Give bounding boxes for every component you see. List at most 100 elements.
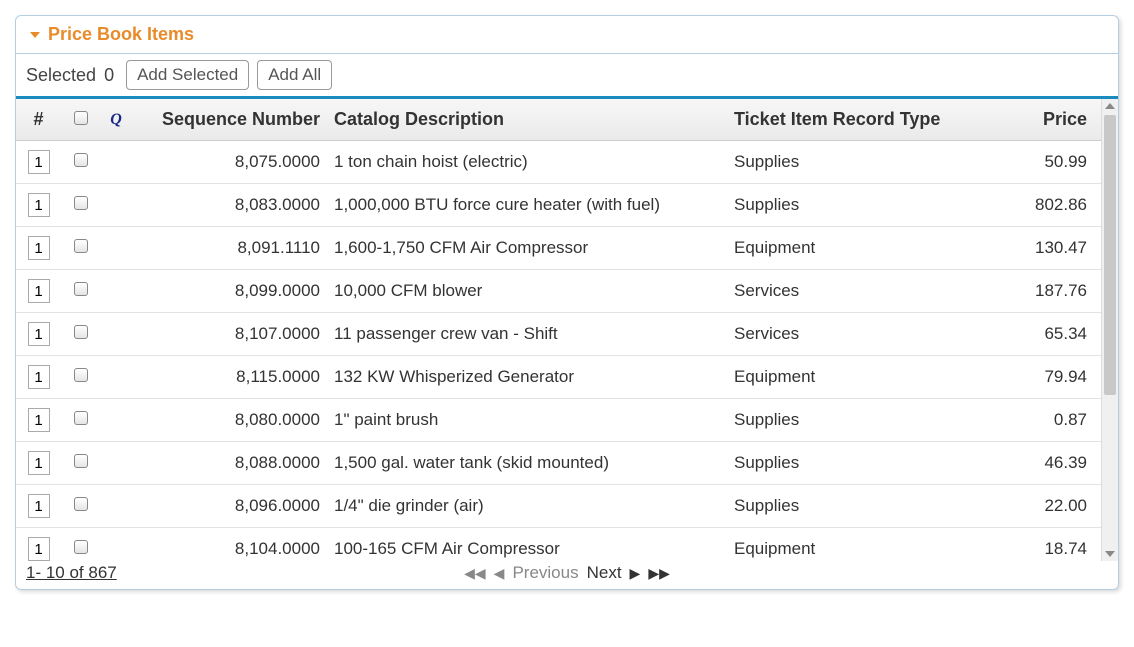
row-checkbox[interactable] (74, 540, 88, 554)
table-row[interactable]: 8,088.00001,500 gal. water tank (skid mo… (16, 442, 1101, 485)
col-header-description[interactable]: Catalog Description (326, 99, 726, 141)
sequence-cell: 8,091.1110 (131, 227, 326, 270)
first-page-icon[interactable]: ◀◀ (464, 565, 486, 582)
table-row[interactable]: 8,115.0000132 KW Whisperized GeneratorEq… (16, 356, 1101, 399)
sequence-cell: 8,107.0000 (131, 313, 326, 356)
row-checkbox[interactable] (74, 411, 88, 425)
record-type-cell: Supplies (726, 485, 976, 528)
description-cell: 100-165 CFM Air Compressor (326, 528, 726, 562)
row-checkbox[interactable] (74, 497, 88, 511)
record-type-cell: Equipment (726, 227, 976, 270)
table-row[interactable]: 8,075.00001 ton chain hoist (electric)Su… (16, 141, 1101, 184)
vertical-scrollbar[interactable] (1101, 99, 1118, 561)
pager: 1- 10 of 867 ◀◀ ◀ Previous Next ▶ ▶▶ (16, 561, 1118, 589)
q-cell (101, 184, 131, 227)
table-row[interactable]: 8,091.11101,600-1,750 CFM Air Compressor… (16, 227, 1101, 270)
sequence-cell: 8,088.0000 (131, 442, 326, 485)
table-row[interactable]: 8,099.000010,000 CFM blowerServices187.7… (16, 270, 1101, 313)
sequence-cell: 8,115.0000 (131, 356, 326, 399)
col-header-q[interactable]: Q (101, 99, 131, 141)
col-header-price[interactable]: Price (976, 99, 1101, 141)
price-cell: 50.99 (976, 141, 1101, 184)
price-cell: 0.87 (976, 399, 1101, 442)
sequence-cell: 8,075.0000 (131, 141, 326, 184)
description-cell: 132 KW Whisperized Generator (326, 356, 726, 399)
quantity-input[interactable] (28, 193, 50, 217)
row-checkbox[interactable] (74, 196, 88, 210)
price-cell: 187.76 (976, 270, 1101, 313)
q-cell (101, 442, 131, 485)
quantity-input[interactable] (28, 365, 50, 389)
collapse-icon[interactable] (30, 32, 40, 38)
record-type-cell: Supplies (726, 141, 976, 184)
description-cell: 1 ton chain hoist (electric) (326, 141, 726, 184)
price-cell: 22.00 (976, 485, 1101, 528)
quantity-input[interactable] (28, 537, 50, 561)
add-all-button[interactable]: Add All (257, 60, 332, 90)
pager-range[interactable]: 1- 10 of 867 (26, 563, 117, 583)
col-header-num[interactable]: # (16, 99, 61, 141)
q-cell (101, 528, 131, 562)
price-book-panel: Price Book Items Selected 0 Add Selected… (15, 15, 1119, 590)
record-type-cell: Supplies (726, 442, 976, 485)
description-cell: 11 passenger crew van - Shift (326, 313, 726, 356)
quantity-input[interactable] (28, 408, 50, 432)
description-cell: 1,600-1,750 CFM Air Compressor (326, 227, 726, 270)
table-row[interactable]: 8,083.00001,000,000 BTU force cure heate… (16, 184, 1101, 227)
selected-label: Selected (26, 65, 96, 86)
q-cell (101, 270, 131, 313)
quantity-input[interactable] (28, 279, 50, 303)
row-checkbox[interactable] (74, 153, 88, 167)
panel-title: Price Book Items (48, 24, 194, 45)
q-cell (101, 356, 131, 399)
row-checkbox[interactable] (74, 368, 88, 382)
header-checkbox[interactable] (74, 111, 88, 125)
scroll-thumb[interactable] (1104, 115, 1116, 395)
scroll-up-icon[interactable] (1105, 103, 1115, 109)
table-row[interactable]: 8,080.00001" paint brushSupplies0.87 (16, 399, 1101, 442)
quantity-input[interactable] (28, 236, 50, 260)
quantity-input[interactable] (28, 322, 50, 346)
sequence-cell: 8,083.0000 (131, 184, 326, 227)
col-header-record-type[interactable]: Ticket Item Record Type (726, 99, 976, 141)
panel-header[interactable]: Price Book Items (16, 16, 1118, 54)
last-page-icon[interactable]: ▶▶ (648, 565, 670, 582)
quantity-input[interactable] (28, 451, 50, 475)
toolbar: Selected 0 Add Selected Add All (16, 54, 1118, 99)
add-selected-button[interactable]: Add Selected (126, 60, 249, 90)
record-type-cell: Equipment (726, 528, 976, 562)
price-cell: 18.74 (976, 528, 1101, 562)
q-cell (101, 399, 131, 442)
row-checkbox[interactable] (74, 282, 88, 296)
col-header-checkbox[interactable] (61, 99, 101, 141)
quantity-input[interactable] (28, 150, 50, 174)
row-checkbox[interactable] (74, 325, 88, 339)
prev-page-icon[interactable]: ◀ (494, 565, 505, 582)
next-page-icon[interactable]: ▶ (630, 565, 641, 582)
sequence-cell: 8,099.0000 (131, 270, 326, 313)
description-cell: 1,000,000 BTU force cure heater (with fu… (326, 184, 726, 227)
table-row[interactable]: 8,107.000011 passenger crew van - ShiftS… (16, 313, 1101, 356)
record-type-cell: Equipment (726, 356, 976, 399)
previous-link[interactable]: Previous (512, 563, 578, 583)
price-cell: 46.39 (976, 442, 1101, 485)
next-link[interactable]: Next (587, 563, 622, 583)
sequence-cell: 8,080.0000 (131, 399, 326, 442)
record-type-cell: Supplies (726, 184, 976, 227)
row-checkbox[interactable] (74, 454, 88, 468)
selected-count: 0 (104, 65, 114, 86)
record-type-cell: Services (726, 313, 976, 356)
table-row[interactable]: 8,096.00001/4" die grinder (air)Supplies… (16, 485, 1101, 528)
col-header-sequence[interactable]: Sequence Number (131, 99, 326, 141)
description-cell: 1,500 gal. water tank (skid mounted) (326, 442, 726, 485)
row-checkbox[interactable] (74, 239, 88, 253)
q-cell (101, 485, 131, 528)
q-cell (101, 141, 131, 184)
quantity-input[interactable] (28, 494, 50, 518)
table-container: # Q Sequence Number Catalog Description … (16, 99, 1118, 561)
description-cell: 10,000 CFM blower (326, 270, 726, 313)
price-cell: 65.34 (976, 313, 1101, 356)
price-book-table: # Q Sequence Number Catalog Description … (16, 99, 1101, 561)
scroll-down-icon[interactable] (1105, 551, 1115, 557)
table-row[interactable]: 8,104.0000100-165 CFM Air CompressorEqui… (16, 528, 1101, 562)
